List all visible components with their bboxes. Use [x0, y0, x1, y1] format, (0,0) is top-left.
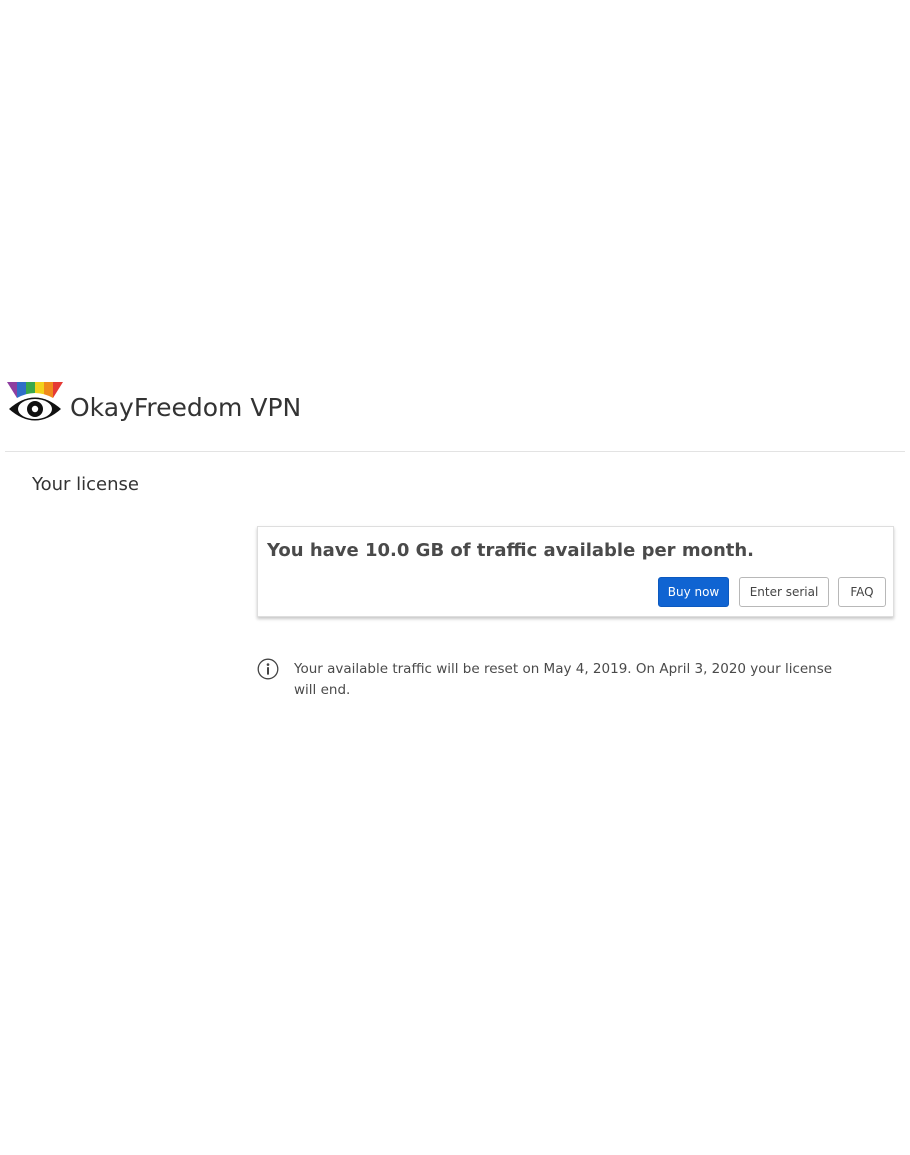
- license-info-text: Your available traffic will be reset on …: [294, 661, 833, 698]
- enter-serial-button[interactable]: Enter serial: [739, 577, 829, 607]
- rainbow-eye-logo-icon: [7, 382, 63, 421]
- faq-button[interactable]: FAQ: [838, 577, 886, 607]
- app-title: OkayFreedom VPN: [70, 393, 302, 422]
- section-title: Your license: [32, 474, 139, 495]
- app-header: OkayFreedom VPN: [5, 380, 905, 452]
- info-circle-icon: [257, 658, 279, 680]
- traffic-headline: You have 10.0 GB of traffic available pe…: [267, 540, 755, 561]
- buy-now-button[interactable]: Buy now: [658, 577, 729, 607]
- license-card: You have 10.0 GB of traffic available pe…: [257, 526, 894, 617]
